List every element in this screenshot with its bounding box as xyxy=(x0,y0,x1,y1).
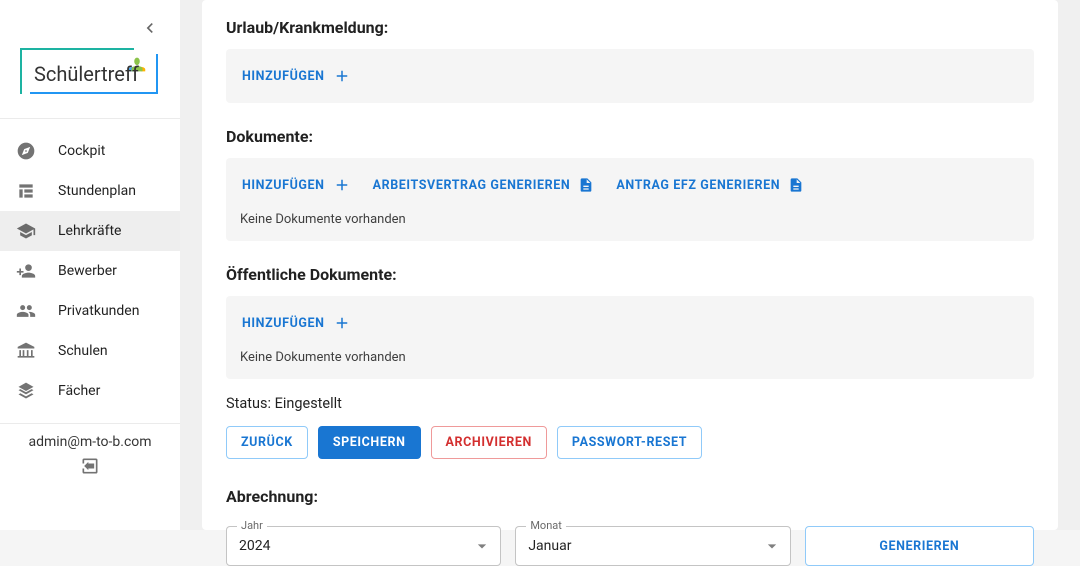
bank-icon xyxy=(16,341,36,361)
button-label: Hinzufügen xyxy=(242,178,325,193)
sidebar: Schülertreff Cockpit Stundenplan Lehrkrä… xyxy=(0,0,180,530)
generate-efz-button[interactable]: Antrag EFZ generieren xyxy=(614,173,806,197)
nav-label: Cockpit xyxy=(58,143,105,159)
vacation-panel: Hinzufügen xyxy=(226,49,1034,103)
document-icon xyxy=(578,177,594,193)
nav-item-timetable[interactable]: Stundenplan xyxy=(0,171,180,211)
documents-section-title: Dokumente: xyxy=(226,109,1034,158)
documents-empty-text: Keine Dokumente vorhanden xyxy=(240,198,1020,227)
nav-item-applicants[interactable]: Bewerber xyxy=(0,251,180,291)
caret-down-icon xyxy=(762,536,782,556)
month-select[interactable]: Monat Januar xyxy=(515,526,790,566)
table-chart-icon xyxy=(16,181,36,201)
plus-icon xyxy=(333,314,351,332)
public-documents-add-button[interactable]: Hinzufügen xyxy=(240,310,353,336)
save-button[interactable]: Speichern xyxy=(318,426,421,459)
nav-item-subjects[interactable]: Fächer xyxy=(0,371,180,411)
caret-down-icon xyxy=(472,536,492,556)
generate-contract-button[interactable]: Arbeitsvertrag generieren xyxy=(371,173,597,197)
public-documents-panel: Hinzufügen Keine Dokumente vorhanden xyxy=(226,296,1034,379)
nav-label: Fächer xyxy=(58,383,100,399)
nav-label: Schulen xyxy=(58,343,108,359)
nav-label: Privatkunden xyxy=(58,303,139,319)
button-label: Arbeitsvertrag generieren xyxy=(373,178,571,193)
documents-add-button[interactable]: Hinzufügen xyxy=(240,172,353,198)
status-line: Status: Eingestellt xyxy=(226,385,1034,426)
nav-label: Stundenplan xyxy=(58,183,136,199)
month-select-label: Monat xyxy=(526,519,566,532)
action-button-row: Zurück Speichern Archivieren Passwort-Re… xyxy=(226,426,1034,469)
nav-item-teachers[interactable]: Lehrkräfte xyxy=(0,211,180,251)
button-label: Hinzufügen xyxy=(242,69,325,84)
status-label: Status: xyxy=(226,395,271,412)
layers-icon xyxy=(16,381,36,401)
sidebar-nav: Cockpit Stundenplan Lehrkräfte Bewerber … xyxy=(0,119,180,423)
nav-item-schools[interactable]: Schulen xyxy=(0,331,180,371)
person-add-icon xyxy=(16,261,36,281)
button-label: Antrag EFZ generieren xyxy=(616,178,780,193)
nav-item-cockpit[interactable]: Cockpit xyxy=(0,131,180,171)
brand-icon xyxy=(126,54,148,76)
nav-label: Lehrkräfte xyxy=(58,223,121,239)
month-select-value: Januar xyxy=(528,538,571,554)
vacation-section-title: Urlaub/Krankmeldung: xyxy=(226,0,1034,49)
user-email: admin@m-to-b.com xyxy=(0,434,180,450)
school-icon xyxy=(16,221,36,241)
nav-label: Bewerber xyxy=(58,263,117,279)
password-reset-button[interactable]: Passwort-Reset xyxy=(557,426,702,459)
brand-name: Schülertreff xyxy=(34,62,139,86)
plus-icon xyxy=(333,176,351,194)
nav-item-private-customers[interactable]: Privatkunden xyxy=(0,291,180,331)
plus-icon xyxy=(333,67,351,85)
year-select-label: Jahr xyxy=(237,519,267,532)
public-documents-empty-text: Keine Dokumente vorhanden xyxy=(240,336,1020,365)
billing-section-title: Abrechnung: xyxy=(226,469,1034,518)
archive-button[interactable]: Archivieren xyxy=(431,426,547,459)
status-value: Eingestellt xyxy=(275,395,342,412)
logout-button[interactable] xyxy=(0,456,180,476)
documents-panel: Hinzufügen Arbeitsvertrag generieren Ant… xyxy=(226,158,1034,241)
public-documents-section-title: Öffentliche Dokumente: xyxy=(226,247,1034,296)
year-select[interactable]: Jahr 2024 xyxy=(226,526,501,566)
button-label: Hinzufügen xyxy=(242,316,325,331)
group-icon xyxy=(16,301,36,321)
vacation-add-button[interactable]: Hinzufügen xyxy=(240,63,353,89)
collapse-sidebar-button[interactable] xyxy=(140,18,160,38)
back-button[interactable]: Zurück xyxy=(226,426,308,459)
explore-icon xyxy=(16,141,36,161)
main-content: Urlaub/Krankmeldung: Hinzufügen Dokument… xyxy=(180,0,1080,530)
document-icon xyxy=(788,177,804,193)
brand-logo: Schülertreff xyxy=(0,44,180,118)
billing-generate-button[interactable]: Generieren xyxy=(805,526,1034,566)
year-select-value: 2024 xyxy=(239,538,270,554)
